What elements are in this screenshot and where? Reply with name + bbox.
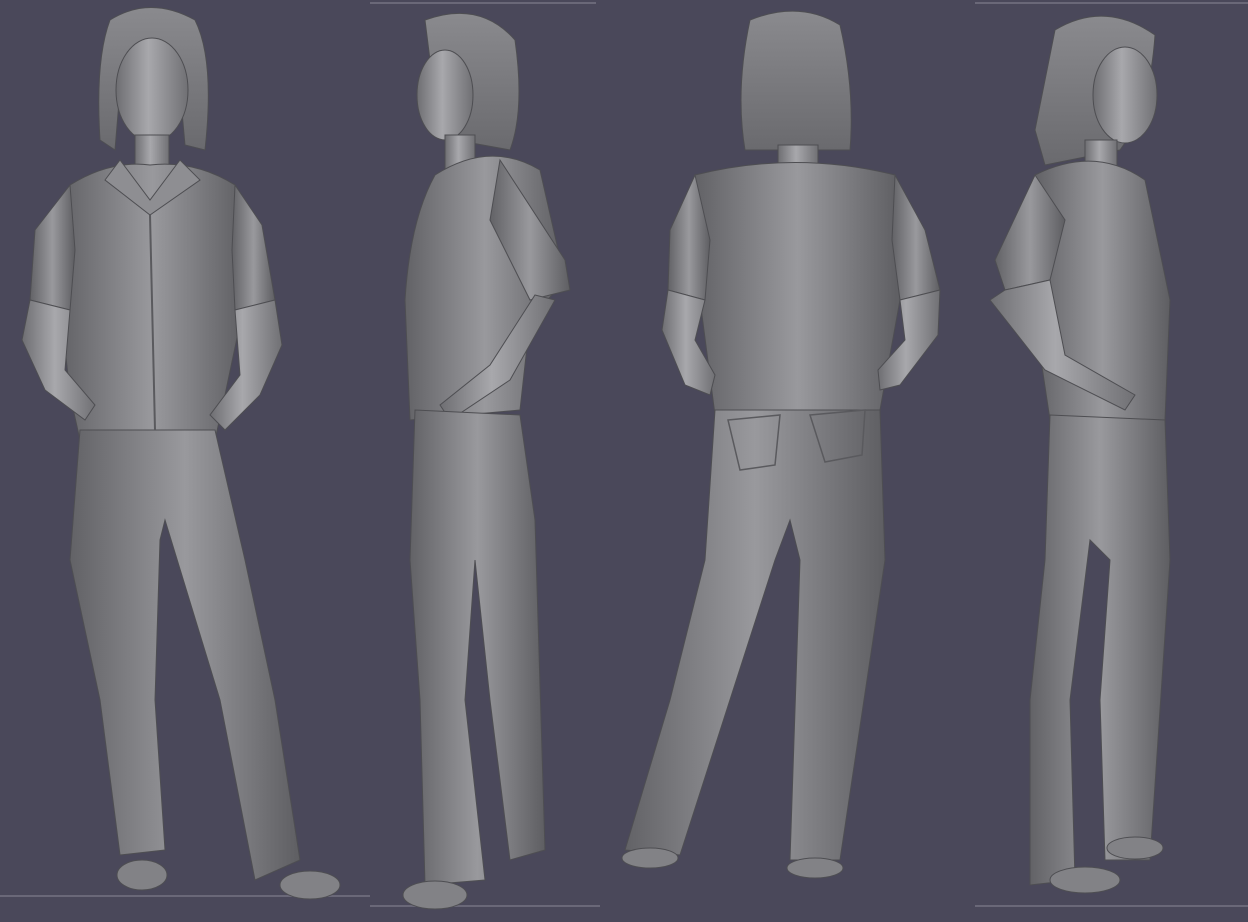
right-sleeve (891, 173, 941, 301)
model-view-back (600, 0, 975, 922)
hair (740, 10, 852, 151)
right-shoe (279, 870, 341, 900)
model-view-right-side (975, 0, 1248, 922)
left-sleeve (29, 183, 76, 311)
right-shoe (786, 857, 844, 879)
right-shoe (1106, 836, 1164, 860)
left-shoe (116, 859, 168, 891)
pants (624, 409, 886, 861)
figure-side-left (402, 12, 571, 910)
figure-side-right (989, 15, 1171, 894)
pants (69, 429, 301, 881)
head (115, 37, 189, 143)
left-shoe (621, 847, 679, 869)
right-sleeve (231, 183, 276, 311)
shirt (694, 162, 901, 416)
head (416, 49, 474, 141)
left-shoe (1049, 866, 1121, 894)
shoe (402, 880, 468, 910)
pants (1029, 414, 1171, 886)
render-viewport (0, 0, 1248, 922)
figure-front (21, 7, 341, 900)
head (1092, 46, 1158, 144)
pants (409, 409, 546, 886)
model-view-left-side (370, 0, 600, 922)
neck (777, 144, 819, 166)
model-view-front (0, 0, 370, 922)
figure-back (621, 10, 941, 879)
